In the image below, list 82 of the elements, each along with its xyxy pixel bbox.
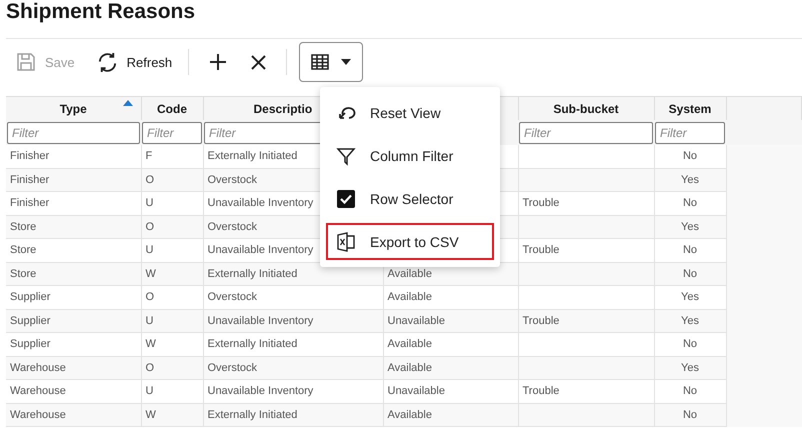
table-cell: O [146, 220, 154, 233]
table-cell: F [146, 150, 152, 162]
filter-icon [336, 146, 356, 166]
table-cell: Available [388, 291, 432, 304]
filter-field[interactable]: Filter [655, 122, 725, 144]
filter-field[interactable]: Filter [519, 122, 653, 144]
spreadsheet-icon [336, 232, 356, 252]
table-cell: Supplier [10, 291, 50, 304]
table-cell: Externally Initiated [208, 408, 298, 421]
column-header: Descriptio [254, 102, 312, 116]
table-cell: Available [388, 362, 432, 374]
table-cell: Warehouse [10, 408, 66, 421]
table-cell: W [146, 408, 156, 421]
table-cell: Unavailable Inventory [208, 197, 314, 210]
table-cell: Overstock [208, 174, 258, 186]
table-cell: Externally Initiated [208, 268, 298, 280]
table-cell: W [146, 268, 156, 280]
table-cell: Warehouse [10, 362, 66, 374]
table-cell: Externally Initiated [208, 150, 298, 162]
table-cell: Yes [681, 174, 699, 186]
table-cell: No [682, 150, 698, 162]
table-cell: No [682, 338, 698, 350]
table-cell: No [682, 268, 698, 280]
table-cell: Unavailable Inventory [208, 244, 314, 256]
table-cell: No [682, 244, 698, 256]
view-menu-button[interactable] [299, 42, 364, 82]
table-cell: O [146, 291, 154, 304]
table-cell: Overstock [208, 220, 258, 233]
table-cell: No [682, 408, 698, 421]
table-cell: Supplier [10, 338, 50, 350]
table-cell: Supplier [10, 314, 50, 327]
table-cell: O [146, 362, 154, 374]
table-cell: Finisher [10, 197, 50, 210]
table-cell: U [146, 197, 154, 210]
menu-item[interactable]: Row Selector [326, 180, 494, 217]
view-menu[interactable]: Reset View Column Filter Row Selector Export to CSV [320, 87, 500, 267]
close-icon [251, 54, 266, 70]
table-cell: Trouble [522, 197, 560, 210]
table-cell: Yes [681, 314, 699, 327]
table-cell: Unavailable Inventory [208, 314, 314, 327]
menu-item[interactable]: Export to CSV [326, 223, 494, 260]
table-cell: Trouble [522, 244, 560, 256]
table-cell: U [146, 314, 154, 327]
table-cell: No [682, 385, 698, 398]
refresh-button[interactable]: Refresh [88, 44, 180, 80]
table-cell: Store [10, 220, 36, 233]
table-cell: Trouble [522, 385, 560, 398]
table-cell: Trouble [522, 314, 560, 327]
table-cell: Yes [681, 291, 699, 304]
table-cell: Warehouse [10, 385, 66, 398]
save-icon [16, 52, 36, 72]
page-title: Shipment Reasons [5, 0, 196, 25]
table-cell: W [146, 338, 156, 350]
column-header: Type [60, 102, 87, 116]
table-cell: Overstock [208, 291, 258, 304]
table-cell: Unavailable [388, 385, 445, 398]
table-cell: Finisher [10, 174, 50, 186]
caret-icon [341, 59, 352, 65]
table-cell: O [146, 174, 154, 186]
plus-icon [209, 53, 228, 71]
table-cell: Overstock [208, 362, 258, 374]
table-cell: No [682, 197, 698, 210]
refresh-icon [96, 52, 118, 72]
table-cell: Available [388, 268, 432, 280]
column-header: Code [157, 102, 187, 116]
table-cell: U [146, 385, 154, 398]
table-cell: Unavailable [388, 314, 445, 327]
table-cell: Unavailable Inventory [208, 385, 314, 398]
table-cell: U [146, 244, 154, 256]
filter-field[interactable]: Filter [7, 122, 140, 144]
table-cell: Store [10, 244, 36, 256]
table-cell: Available [388, 408, 432, 421]
table-cell: Yes [681, 220, 699, 233]
table-cell: Available [388, 338, 432, 350]
table-cell: Finisher [10, 150, 50, 162]
column-header: System [668, 102, 712, 116]
table-cell: Externally Initiated [208, 338, 298, 350]
table-icon [311, 54, 330, 70]
filter-field[interactable]: Filter [142, 122, 202, 144]
table-cell: Yes [681, 362, 699, 374]
table-cell: Store [10, 268, 36, 280]
column-header: Sub-bucket [553, 102, 619, 116]
